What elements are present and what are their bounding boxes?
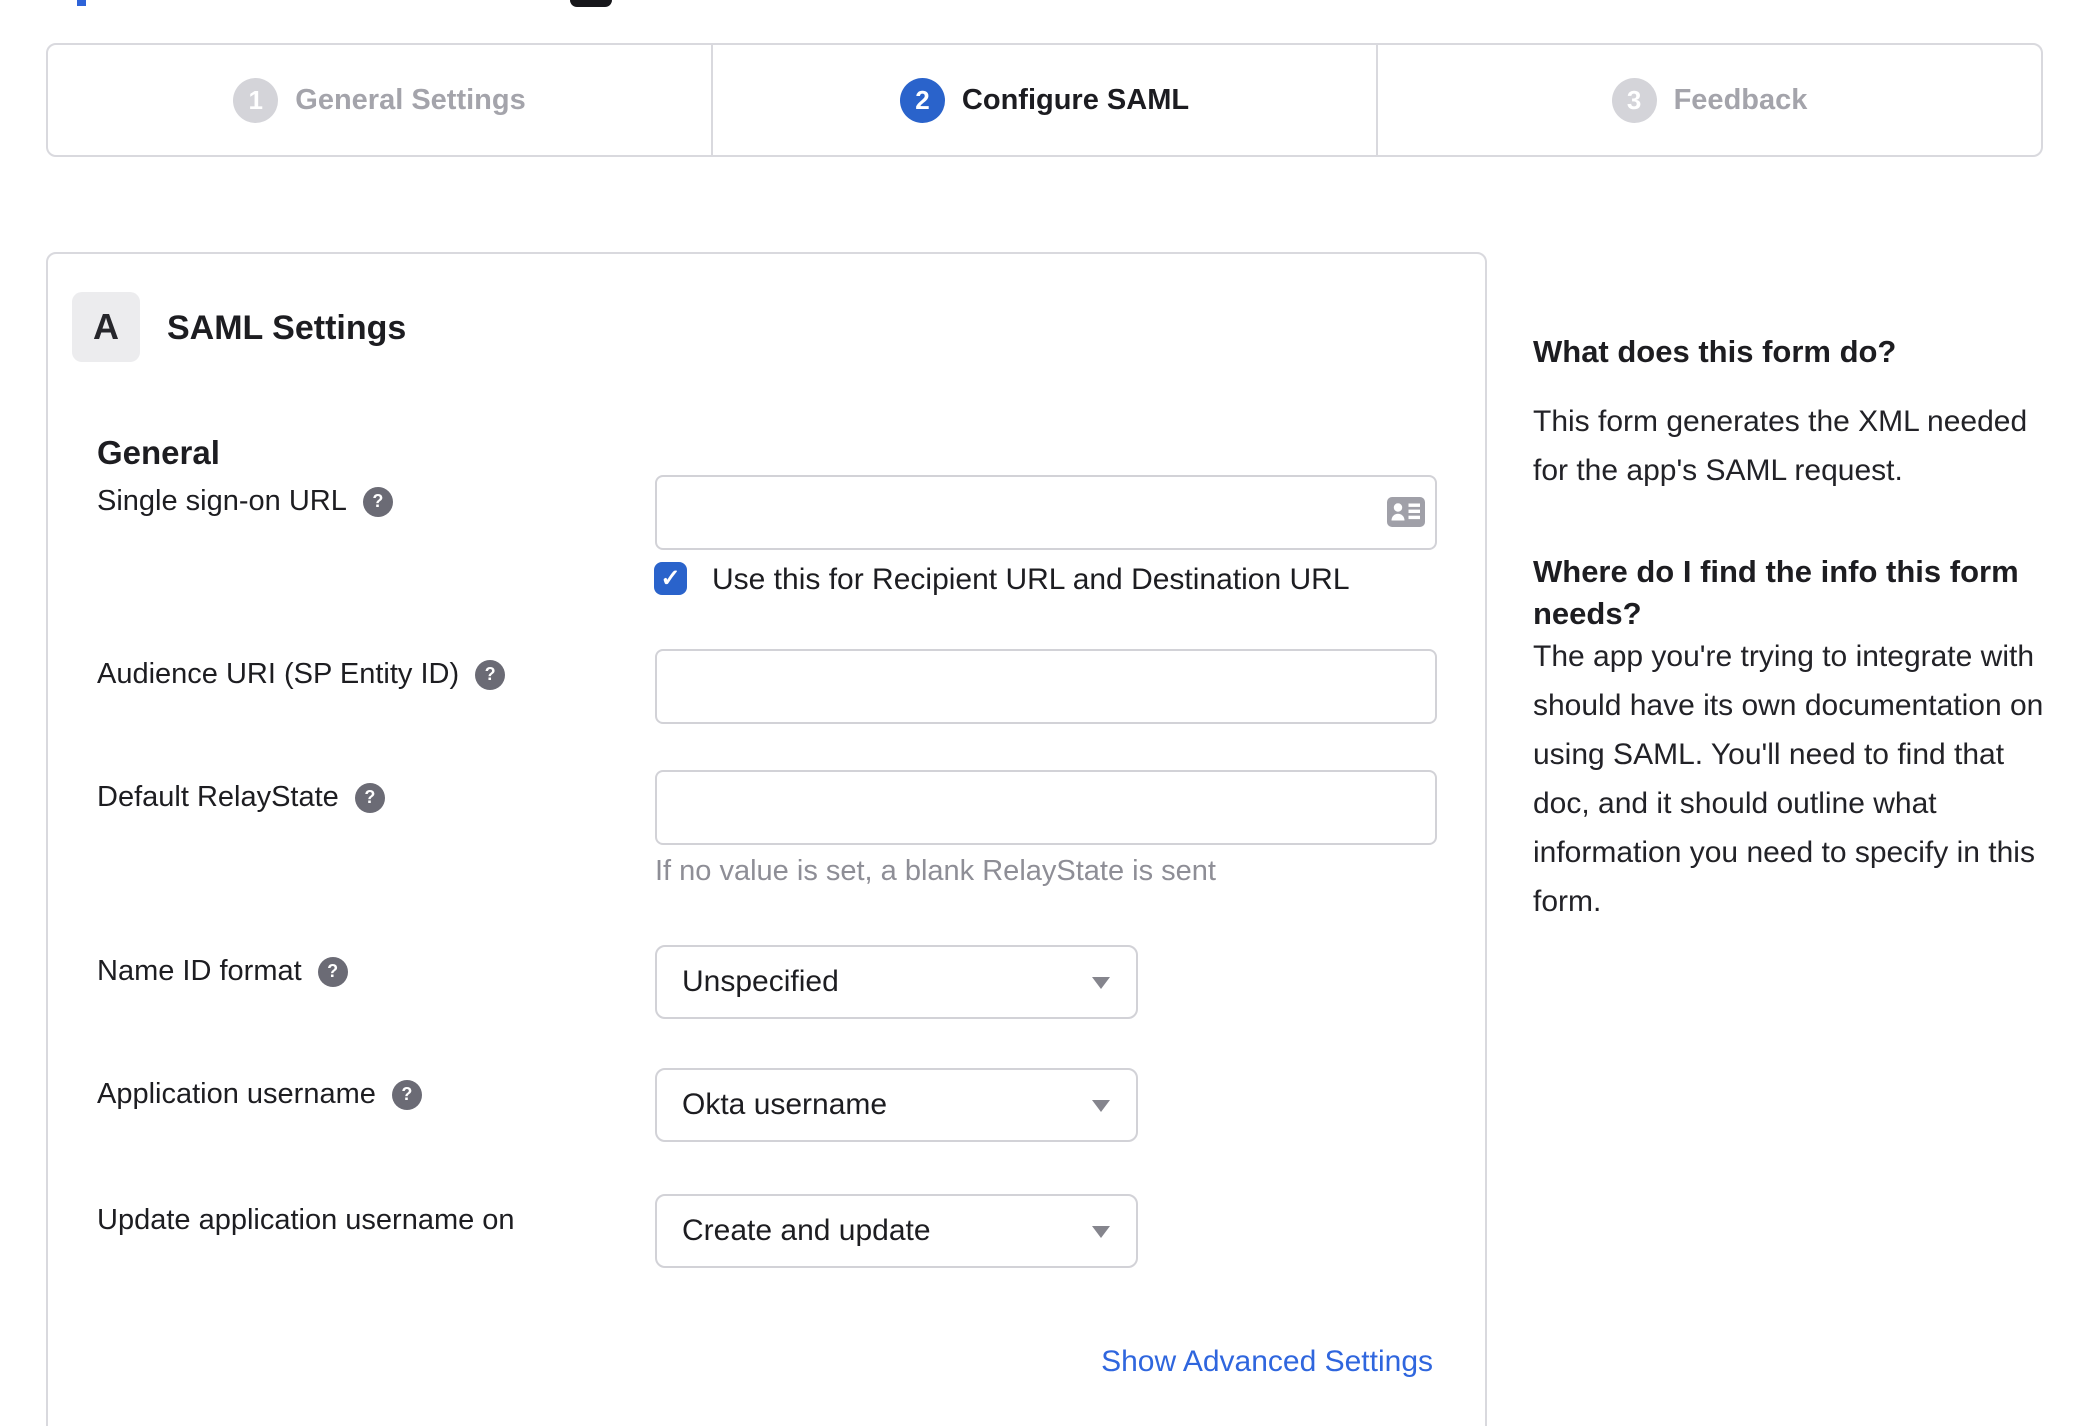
sidebar-text-line: for the app's SAML request. <box>1533 454 1903 487</box>
sidebar-paragraph-where: The app you're trying to integrate with … <box>1533 632 2043 926</box>
sidebar-heading-what: What does this form do? <box>1533 334 1897 369</box>
sidebar-heading-line: needs? <box>1533 596 1642 631</box>
step-2-number-badge: 2 <box>899 77 945 123</box>
sidebar-heading-where: Where do I find the info this form needs… <box>1533 551 2019 635</box>
application-username-label-text: Application username <box>97 1078 376 1110</box>
name-id-format-label-text: Name ID format <box>97 955 302 987</box>
step-feedback[interactable]: 3 Feedback <box>1376 45 2041 155</box>
audience-uri-label-text: Audience URI (SP Entity ID) <box>97 658 460 690</box>
help-icon[interactable]: ? <box>354 782 385 813</box>
name-id-format-label: Name ID format ? <box>97 955 348 988</box>
wizard-stepper: 1 General Settings 2 Configure SAML 3 Fe… <box>46 43 2043 157</box>
step-configure-saml[interactable]: 2 Configure SAML <box>711 45 1376 155</box>
sidebar-text-line: information you need to specify in this <box>1533 836 2035 869</box>
step-2-label: Configure SAML <box>961 83 1190 116</box>
contact-card-icon <box>1387 497 1425 532</box>
name-id-format-value: Unspecified <box>682 965 839 998</box>
recipient-url-checkbox-label[interactable]: Use this for Recipient URL and Destinati… <box>712 563 1350 597</box>
cutoff-artifact-blue <box>77 0 86 6</box>
group-heading-general: General <box>97 434 220 471</box>
saml-settings-card: A SAML Settings General Single sign-on U… <box>46 252 1487 1426</box>
relay-state-input[interactable] <box>655 770 1437 845</box>
cutoff-artifact-logo <box>570 0 612 7</box>
relay-state-label: Default RelayState ? <box>97 781 385 814</box>
audience-uri-input[interactable] <box>655 649 1437 724</box>
relay-state-hint: If no value is set, a blank RelayState i… <box>655 855 1216 887</box>
show-advanced-settings-link[interactable]: Show Advanced Settings <box>1101 1345 1433 1379</box>
dropdown-arrow-icon <box>1092 1226 1110 1238</box>
step-1-number-badge: 1 <box>233 77 279 123</box>
sidebar-paragraph-what: This form generates the XML needed for t… <box>1533 397 2027 495</box>
step-3-label: Feedback <box>1673 83 1808 116</box>
application-username-label: Application username ? <box>97 1078 422 1111</box>
update-username-value: Create and update <box>682 1214 931 1247</box>
help-icon[interactable]: ? <box>317 956 348 987</box>
check-icon: ✓ <box>660 565 681 592</box>
audience-uri-label: Audience URI (SP Entity ID) ? <box>97 658 506 691</box>
update-username-label-text: Update application username on <box>97 1204 515 1236</box>
sidebar-text-line: The app you're trying to integrate with <box>1533 640 2035 673</box>
sidebar-text-line: doc, and it should outline what <box>1533 787 1937 820</box>
sidebar-text-line: This form generates the XML needed <box>1533 405 2028 438</box>
sso-url-label: Single sign-on URL ? <box>97 485 393 518</box>
section-title: SAML Settings <box>167 309 407 347</box>
dropdown-arrow-icon <box>1092 1100 1110 1112</box>
application-username-select[interactable]: Okta username <box>655 1068 1138 1142</box>
name-id-format-select[interactable]: Unspecified <box>655 945 1138 1019</box>
update-username-label: Update application username on <box>97 1204 515 1237</box>
recipient-url-checkbox[interactable]: ✓ <box>654 562 687 595</box>
help-icon[interactable]: ? <box>475 659 506 690</box>
step-1-label: General Settings <box>295 83 526 116</box>
step-general-settings[interactable]: 1 General Settings <box>48 45 711 155</box>
sidebar-heading-line: Where do I find the info this form <box>1533 554 2019 589</box>
relay-state-label-text: Default RelayState <box>97 781 339 813</box>
sidebar-text-line: should have its own documentation on <box>1533 689 2044 722</box>
application-username-value: Okta username <box>682 1088 888 1121</box>
sso-url-input[interactable] <box>655 475 1437 550</box>
sso-url-label-text: Single sign-on URL <box>97 485 347 517</box>
update-username-select[interactable]: Create and update <box>655 1194 1138 1268</box>
step-3-number-badge: 3 <box>1611 77 1657 123</box>
sidebar-text-line: using SAML. You'll need to find that <box>1533 738 2005 771</box>
sidebar-text-line: form. <box>1533 885 1602 918</box>
section-badge-a: A <box>72 292 140 362</box>
dropdown-arrow-icon <box>1092 977 1110 989</box>
help-icon[interactable]: ? <box>391 1079 422 1110</box>
help-icon[interactable]: ? <box>362 486 393 517</box>
